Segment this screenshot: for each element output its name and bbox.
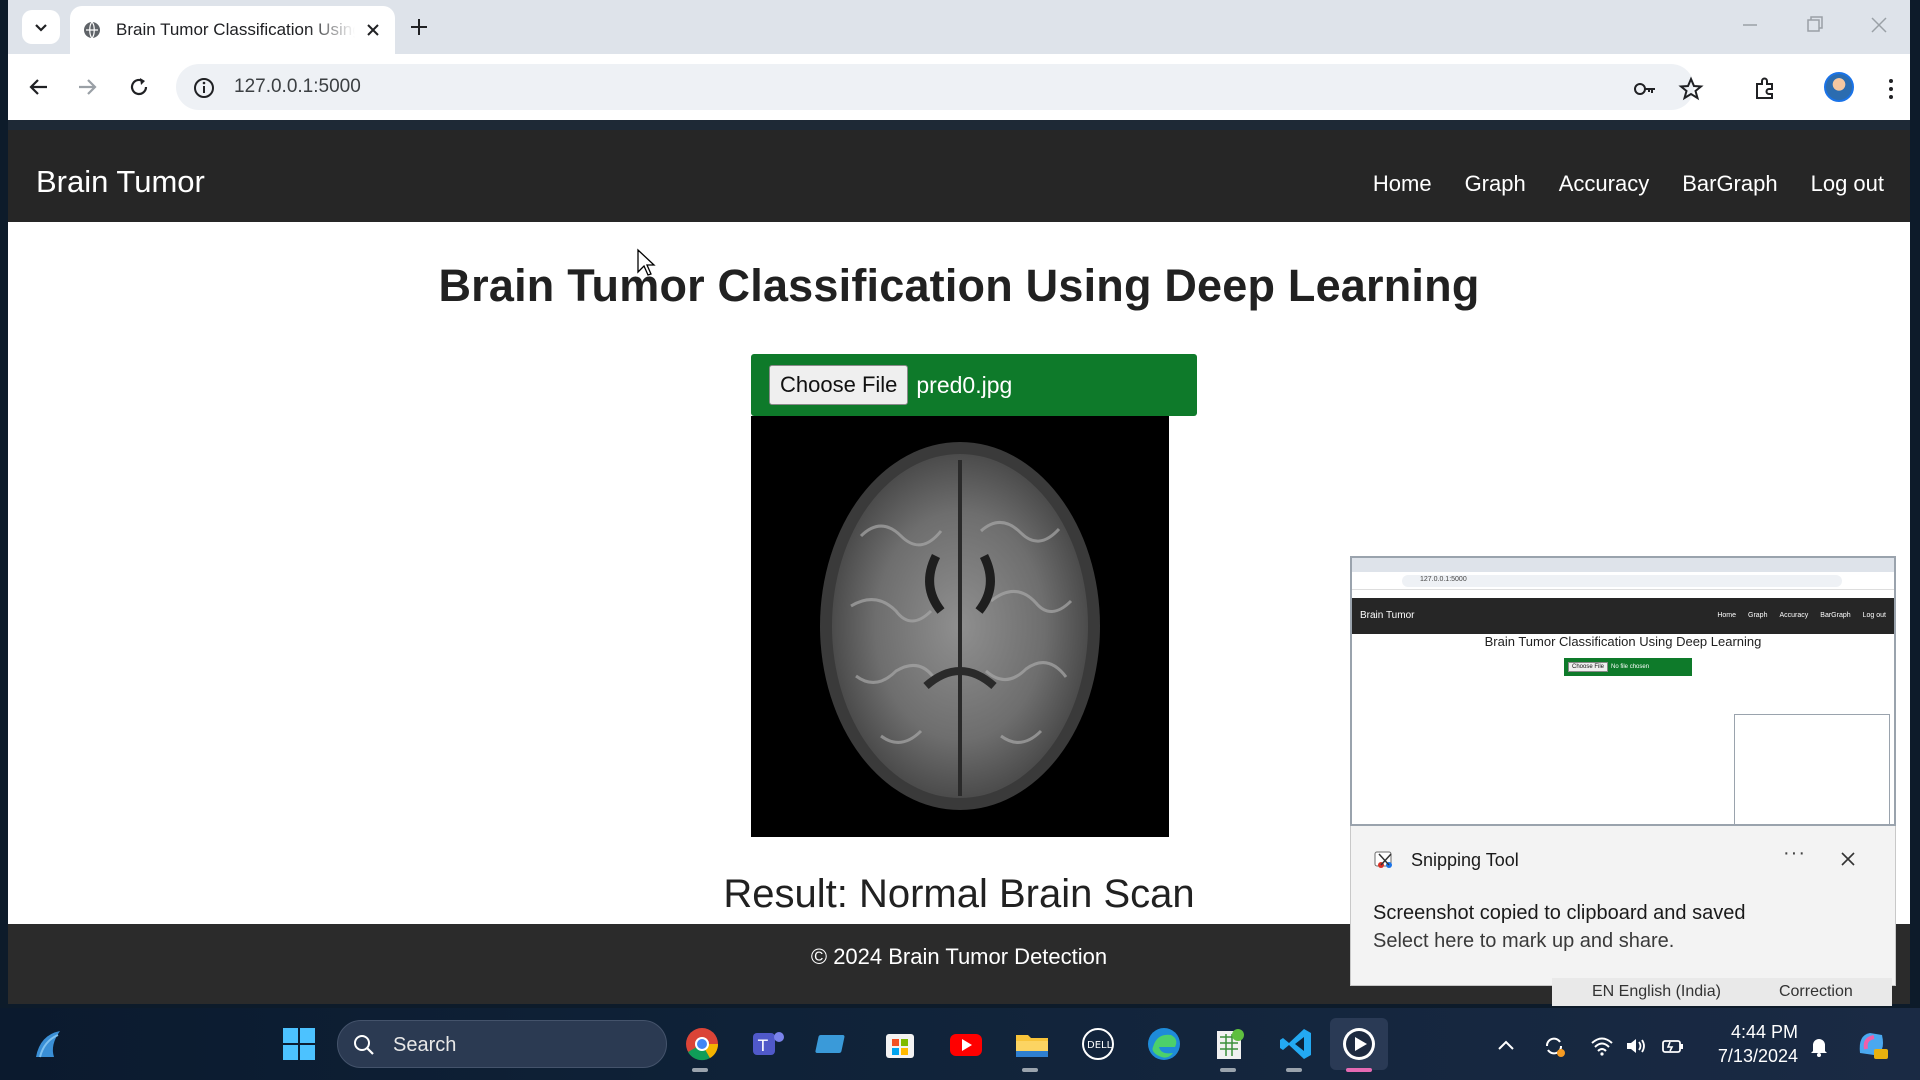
close-window-icon[interactable] [1868, 14, 1890, 36]
snipping-tool-toast[interactable]: Snipping Tool ··· Screenshot copied to c… [1350, 826, 1896, 986]
forward-arrow-icon[interactable] [74, 74, 100, 100]
close-tab-icon[interactable] [363, 20, 383, 40]
nav-link-graph[interactable]: Graph [1465, 171, 1526, 197]
preview-navbar: Brain Tumor Home Graph Accuracy BarGraph… [1352, 598, 1894, 634]
browser-toolbar: 127.0.0.1:5000 [8, 54, 1910, 120]
snip-preview-thumbnail[interactable]: 127.0.0.1:5000 Brain Tumor Home Graph Ac… [1350, 556, 1896, 826]
browser-tabstrip: Brain Tumor Classification Using Deep Le… [8, 0, 1910, 54]
preview-nav: Home Graph Accuracy BarGraph Log out [1717, 612, 1886, 619]
chrome-icon[interactable] [683, 1025, 721, 1063]
extensions-puzzle-icon[interactable] [1752, 76, 1778, 102]
wifi-icon[interactable] [1590, 1034, 1614, 1058]
nav-link-bargraph[interactable]: BarGraph [1682, 171, 1777, 197]
ime-bar: EN English (India) Correction [1552, 978, 1892, 1006]
youtube-icon[interactable] [947, 1025, 985, 1063]
profile-avatar[interactable] [1824, 72, 1854, 102]
back-arrow-icon[interactable] [26, 74, 52, 100]
explorer-running-indicator [1022, 1068, 1038, 1072]
tab-search-button[interactable] [22, 10, 60, 44]
preview-nav-graph: Graph [1748, 612, 1768, 619]
navbar-top-strip [8, 120, 1910, 130]
site-info-icon[interactable] [192, 76, 216, 100]
taskbar-search[interactable]: Search [337, 1020, 667, 1068]
minimize-icon[interactable] [1739, 14, 1761, 36]
ime-language[interactable]: EN English (India) [1592, 983, 1721, 1001]
nav-link-home[interactable]: Home [1373, 171, 1432, 197]
preview-nav-logout: Log out [1862, 612, 1886, 619]
chrome-running-indicator [692, 1068, 708, 1072]
kebab-menu-icon[interactable] [1878, 76, 1904, 102]
preview-nav-home: Home [1717, 612, 1737, 619]
bookmark-star-icon[interactable] [1678, 76, 1704, 102]
address-bar-url[interactable]: 127.0.0.1:5000 [234, 76, 361, 98]
preview-nav-accuracy: Accuracy [1779, 612, 1809, 619]
page-title: Brain Tumor Classification Using Deep Le… [438, 260, 1480, 311]
vscode-icon[interactable] [1277, 1025, 1315, 1063]
preview-brand: Brain Tumor [1360, 610, 1415, 621]
brain-mri-graphic [820, 442, 1100, 810]
site-navbar: Brain Tumor Home Graph Accuracy BarGraph… [8, 120, 1910, 222]
password-key-icon[interactable] [1632, 76, 1658, 102]
volume-icon[interactable] [1624, 1034, 1648, 1058]
windows-start-icon[interactable] [280, 1025, 318, 1063]
sync-icon[interactable] [1542, 1034, 1566, 1058]
toast-app-name: Snipping Tool [1411, 850, 1519, 870]
toast-close-icon[interactable] [1839, 850, 1857, 868]
search-placeholder: Search [393, 1034, 457, 1056]
preview-file-name: No file chosen [1611, 664, 1650, 670]
brain-scan-image [751, 416, 1169, 837]
clock-time: 4:44 PM [1730, 1022, 1798, 1042]
ime-correction[interactable]: Correction [1779, 983, 1853, 1001]
preview-nested-screenshot [1734, 714, 1890, 824]
browser-tab-active[interactable]: Brain Tumor Classification Using Deep Le… [70, 6, 395, 54]
preview-address-bar: 127.0.0.1:5000 [1402, 575, 1842, 587]
toast-more-options[interactable]: ··· [1783, 842, 1806, 865]
svg-text:DELL: DELL [1087, 1040, 1113, 1051]
mouse-cursor-icon [637, 248, 656, 276]
address-bar[interactable]: 127.0.0.1:5000 [176, 64, 1694, 110]
snipping-tool-icon [1374, 851, 1392, 868]
preview-tabstrip [1352, 558, 1894, 572]
preview-nav-bargraph: BarGraph [1820, 612, 1851, 619]
copilot-icon[interactable] [1852, 1025, 1890, 1063]
media-player-icon[interactable] [1340, 1025, 1378, 1063]
clock-date: 7/13/2024 [1717, 1046, 1798, 1066]
preview-file-box: Choose File No file chosen [1564, 658, 1692, 676]
file-explorer-icon[interactable] [1013, 1025, 1051, 1063]
nav-link-accuracy[interactable]: Accuracy [1559, 171, 1649, 197]
gnumeric-running-indicator [1220, 1068, 1236, 1072]
preview-url: 127.0.0.1:5000 [1420, 576, 1467, 583]
site-brand[interactable]: Brain Tumor [36, 164, 205, 200]
svg-text:T: T [757, 1036, 768, 1055]
chevron-up-icon[interactable] [1494, 1034, 1518, 1058]
file-upload-box: Choose File pred0.jpg [751, 354, 1197, 416]
choose-file-button[interactable]: Choose File [769, 365, 909, 405]
preview-choose-file: Choose File [1568, 662, 1609, 672]
nav-link-logout[interactable]: Log out [1811, 171, 1884, 197]
restore-icon[interactable] [1804, 14, 1826, 36]
teams-icon[interactable]: T [749, 1025, 787, 1063]
gnumeric-icon[interactable] [1211, 1025, 1249, 1063]
widgets-icon[interactable] [30, 1025, 68, 1063]
search-icon [354, 1035, 374, 1055]
chevron-down-icon [35, 24, 47, 32]
site-nav: Home Graph Accuracy BarGraph Log out [1340, 171, 1884, 197]
reload-icon[interactable] [126, 74, 152, 100]
new-tab-icon[interactable] [406, 14, 432, 40]
vscode-running-indicator [1286, 1068, 1302, 1072]
microsoft-store-icon[interactable] [881, 1025, 919, 1063]
dell-icon[interactable]: DELL [1079, 1025, 1117, 1063]
system-clock[interactable]: 4:44 PM 7/13/2024 [1706, 1020, 1798, 1068]
edge-icon[interactable] [1145, 1025, 1183, 1063]
battery-icon[interactable] [1661, 1034, 1685, 1058]
toast-subtext: Select here to mark up and share. [1373, 930, 1675, 952]
remote-app-icon[interactable] [815, 1025, 853, 1063]
toast-message: Screenshot copied to clipboard and saved [1373, 902, 1746, 924]
tab-title: Brain Tumor Classification Using Deep Le… [116, 20, 355, 39]
notification-bell-icon[interactable] [1807, 1034, 1831, 1058]
media-player-active-indicator [1346, 1068, 1372, 1072]
selected-file-name: pred0.jpg [916, 371, 1013, 398]
preview-title: Brain Tumor Classification Using Deep Le… [1484, 634, 1762, 649]
globe-icon [84, 21, 100, 39]
